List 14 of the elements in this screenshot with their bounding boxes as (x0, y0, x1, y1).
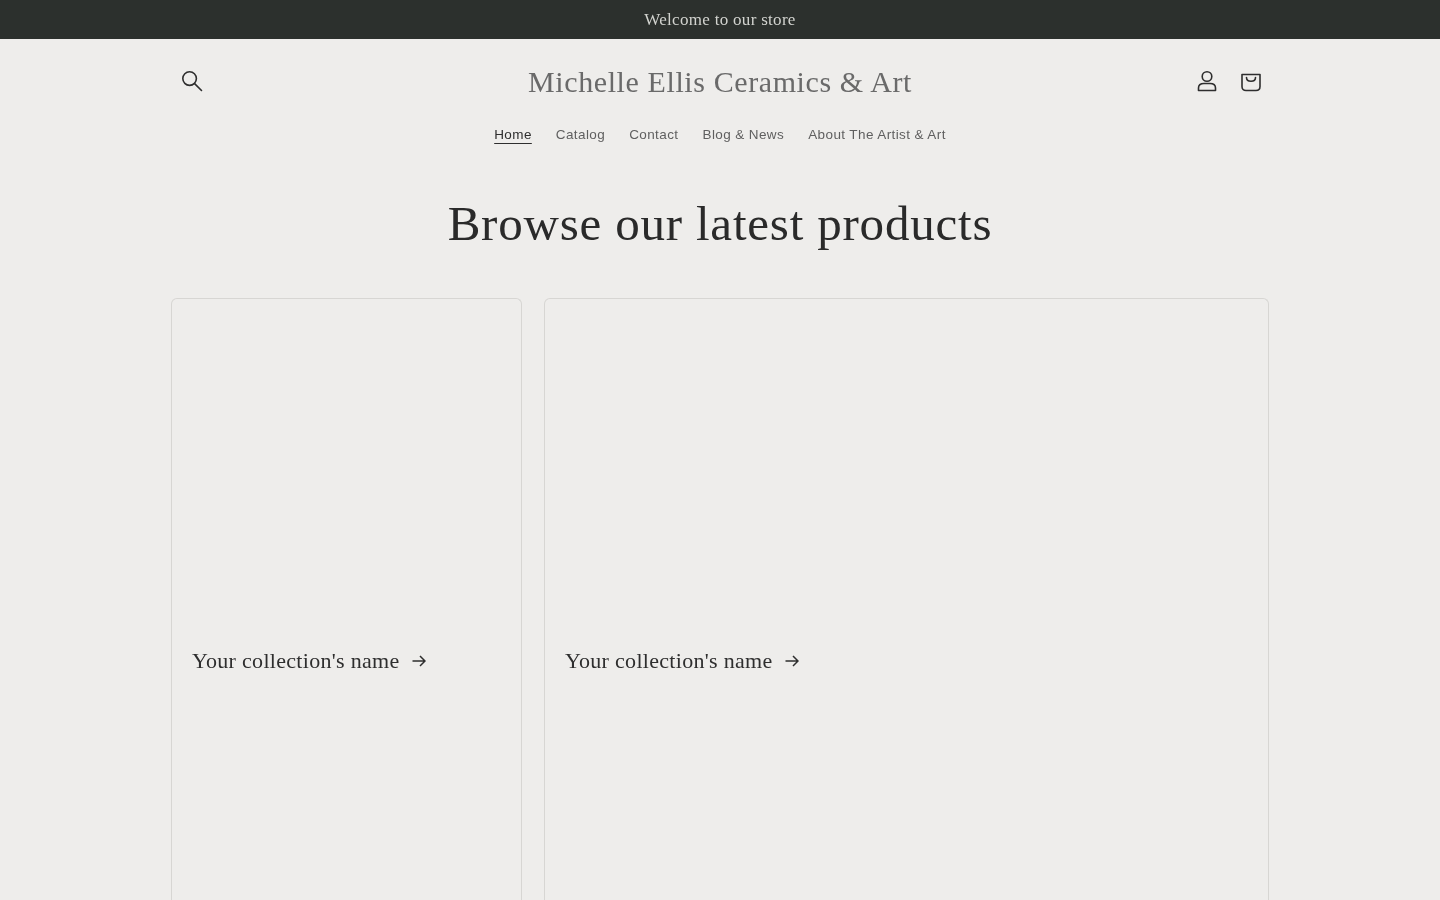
search-icon (181, 70, 203, 92)
collection-link[interactable]: Your collection's name (565, 644, 799, 678)
arrow-right-icon (411, 654, 426, 667)
nav-link[interactable]: Contact (617, 121, 691, 150)
section-heading: Browse our latest products (446, 195, 994, 254)
nav-link[interactable]: Blog & News (690, 121, 797, 150)
announcement-text: Welcome to our store (644, 8, 796, 31)
arrow-right-icon (784, 654, 799, 667)
collection-link[interactable]: Your collection's name (192, 644, 426, 678)
nav-link[interactable]: Home (482, 121, 544, 150)
nav-link[interactable]: About The Artist & Art (796, 121, 958, 150)
person-icon (1196, 70, 1218, 92)
store-logo-link[interactable]: Michelle Ellis Ceramics & Art (528, 58, 912, 104)
nav-link[interactable]: Catalog (543, 121, 618, 150)
